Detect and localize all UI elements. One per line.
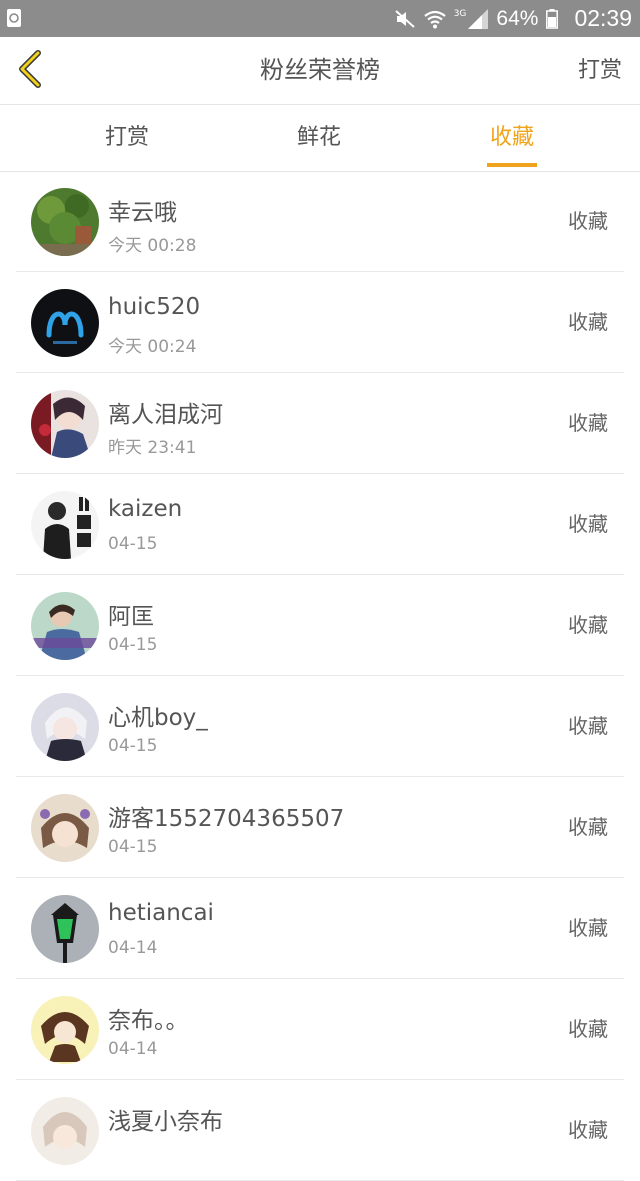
user-name: 浅夏小奈布 — [108, 1109, 223, 1135]
timestamp: 昨天 23:41 — [108, 438, 197, 458]
list-item[interactable]: 游客1552704365507 04-15 收藏 — [16, 777, 624, 878]
avatar — [31, 188, 99, 256]
avatar — [31, 895, 99, 963]
user-name: 离人泪成河 — [108, 402, 223, 428]
reward-button[interactable]: 打赏 — [578, 37, 622, 104]
avatar — [31, 592, 99, 660]
status-bar: 3G 64% 02:39 — [0, 0, 640, 37]
clock-time: 02:39 — [574, 5, 632, 31]
active-tab-indicator — [487, 163, 537, 167]
avatar — [31, 1097, 99, 1165]
list-item[interactable]: hetiancai 04-14 收藏 — [16, 878, 624, 979]
action-label: 收藏 — [568, 1118, 608, 1142]
wifi-icon — [424, 8, 446, 30]
signal-icon — [468, 8, 489, 29]
avatar — [31, 390, 99, 458]
timestamp: 04-14 — [108, 938, 158, 958]
user-name: 游客1552704365507 — [108, 806, 345, 832]
user-name: kaizen — [108, 496, 183, 522]
battery-percent: 64% — [496, 6, 539, 30]
user-name: 阿匡 — [108, 604, 154, 630]
action-label: 收藏 — [568, 209, 608, 233]
timestamp: 04-15 — [108, 736, 158, 756]
action-label: 收藏 — [568, 411, 608, 435]
action-label: 收藏 — [568, 714, 608, 738]
avatar — [31, 289, 99, 357]
list-item[interactable]: 浅夏小奈布 收藏 — [16, 1080, 624, 1181]
fan-list: 幸云哦 今天 00:28 收藏 huic520 今天 00:24 收藏 离人泪成… — [0, 171, 640, 1181]
header-bar: 粉丝荣誉榜 打赏 — [0, 37, 640, 105]
action-label: 收藏 — [568, 310, 608, 334]
avatar — [31, 491, 99, 559]
battery-icon — [546, 8, 559, 29]
tab-bar: 打赏 鲜花 收藏 — [0, 105, 640, 172]
user-name: hetiancai — [108, 900, 214, 926]
timestamp: 今天 00:24 — [108, 337, 197, 357]
list-item[interactable]: 阿匡 04-15 收藏 — [16, 575, 624, 676]
list-item[interactable]: 奈布。。 04-14 收藏 — [16, 979, 624, 1080]
tab-flowers[interactable]: 鲜花 — [294, 105, 344, 171]
timestamp: 04-14 — [108, 1039, 158, 1059]
action-label: 收藏 — [568, 916, 608, 940]
avatar — [31, 996, 99, 1064]
mute-icon — [394, 9, 416, 29]
tab-label: 打赏 — [104, 125, 149, 150]
avatar — [31, 794, 99, 862]
network-type-label: 3G — [453, 8, 467, 19]
list-item[interactable]: 心机boy_ 04-15 收藏 — [16, 676, 624, 777]
timestamp: 04-15 — [108, 534, 158, 554]
list-item[interactable]: kaizen 04-15 收藏 — [16, 474, 624, 575]
tab-favorites[interactable]: 收藏 — [487, 105, 537, 171]
avatar — [31, 693, 99, 761]
tab-label: 鲜花 — [296, 125, 341, 150]
page-title: 粉丝荣誉榜 — [260, 56, 380, 84]
tab-reward[interactable]: 打赏 — [102, 105, 152, 171]
action-label: 收藏 — [568, 512, 608, 536]
action-label: 收藏 — [568, 613, 608, 637]
user-name: 幸云哦 — [108, 200, 177, 226]
user-name: 心机boy_ — [108, 705, 208, 731]
tab-label: 收藏 — [489, 125, 534, 150]
timestamp: 今天 00:28 — [108, 236, 197, 256]
action-label: 收藏 — [568, 1017, 608, 1041]
user-name: huic520 — [108, 294, 201, 320]
list-item[interactable]: 幸云哦 今天 00:28 收藏 — [16, 171, 624, 272]
timestamp: 04-15 — [108, 837, 158, 857]
action-label: 收藏 — [568, 815, 608, 839]
list-item[interactable]: 离人泪成河 昨天 23:41 收藏 — [16, 373, 624, 474]
timestamp: 04-15 — [108, 635, 158, 655]
list-item[interactable]: huic520 今天 00:24 收藏 — [16, 272, 624, 373]
user-name: 奈布。。 — [108, 1008, 189, 1034]
recycle-notification-icon — [6, 8, 24, 28]
